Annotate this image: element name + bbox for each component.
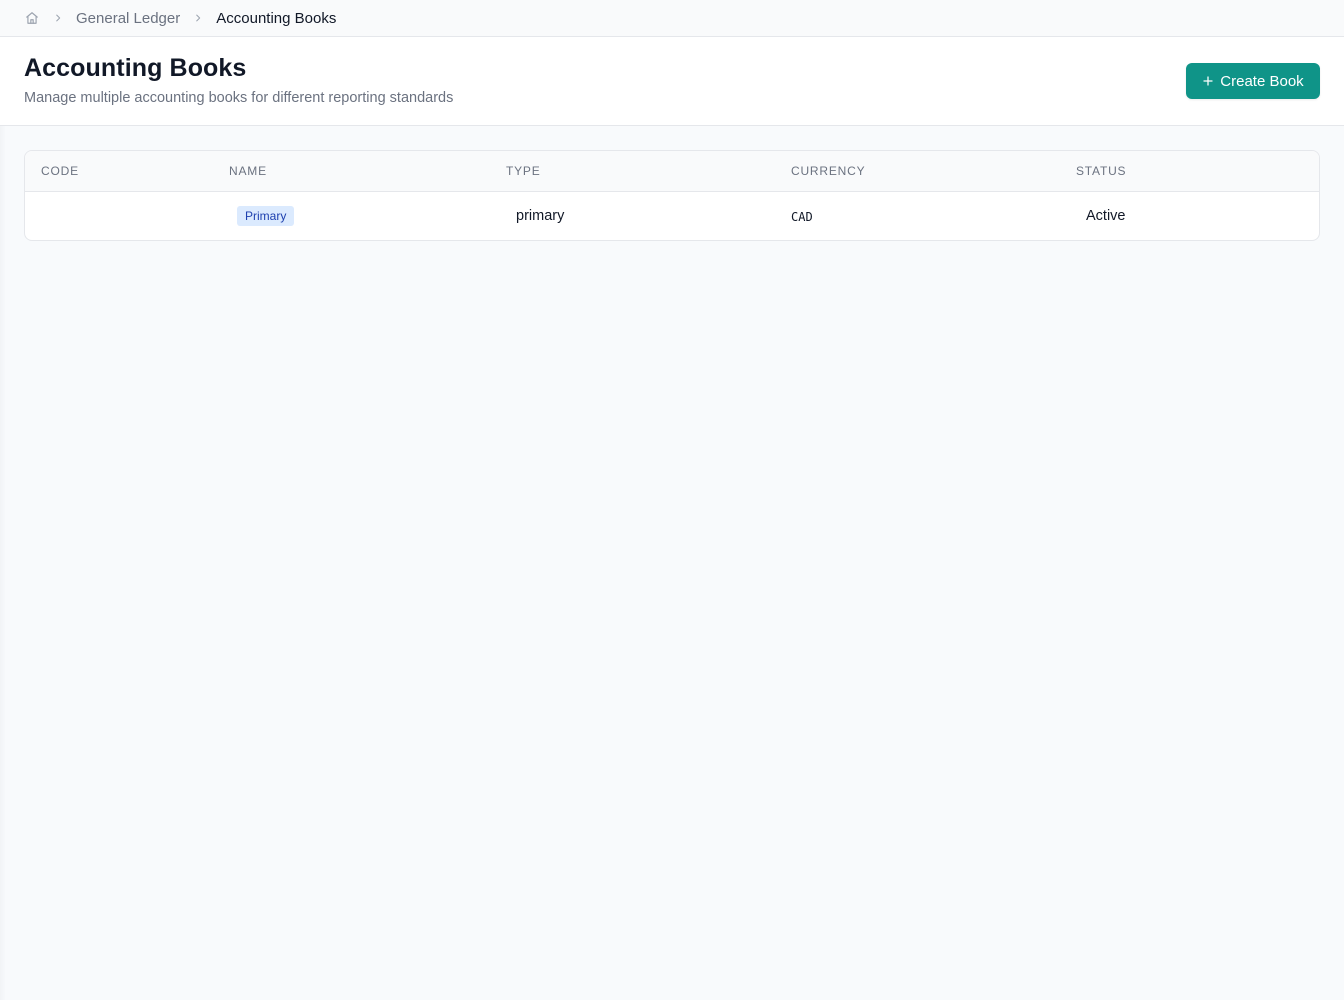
column-header-code[interactable]: CODE xyxy=(41,164,79,178)
create-book-button[interactable]: Create Book xyxy=(1186,63,1320,99)
page-title: Accounting Books xyxy=(24,54,247,82)
page-header: Accounting Books Manage multiple account… xyxy=(0,37,1344,126)
cell-type: primary xyxy=(516,208,565,224)
primary-badge: Primary xyxy=(237,206,295,226)
column-header-currency[interactable]: CURRENCY xyxy=(791,164,865,178)
column-header-status[interactable]: STATUS xyxy=(1076,164,1126,178)
column-header-type[interactable]: TYPE xyxy=(506,164,541,178)
books-table: CODE NAME TYPE CURRENCY STATUS Primary p… xyxy=(24,150,1320,241)
home-icon[interactable] xyxy=(24,10,40,26)
left-edge-shadow xyxy=(0,126,6,1000)
cell-status: Active xyxy=(1086,208,1126,224)
breadcrumb-accounting-books: Accounting Books xyxy=(216,9,337,27)
chevron-right-icon xyxy=(52,12,64,24)
breadcrumb: General Ledger Accounting Books xyxy=(0,0,1344,37)
breadcrumb-general-ledger[interactable]: General Ledger xyxy=(76,10,180,27)
cell-currency: CAD xyxy=(791,210,813,224)
page-subtitle: Manage multiple accounting books for dif… xyxy=(24,90,454,106)
table-header: CODE NAME TYPE CURRENCY STATUS xyxy=(25,151,1319,192)
chevron-right-icon xyxy=(192,12,204,24)
table-row[interactable]: Primary primary CAD Active xyxy=(25,192,1319,240)
column-header-name[interactable]: NAME xyxy=(229,164,267,178)
plus-icon xyxy=(1202,75,1214,87)
create-book-label: Create Book xyxy=(1220,72,1304,90)
